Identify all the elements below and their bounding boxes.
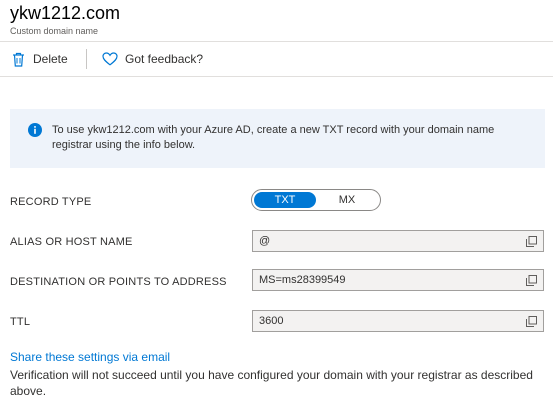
share-settings-link[interactable]: Share these settings via email: [10, 350, 170, 364]
alias-label: ALIAS OR HOST NAME: [10, 236, 133, 248]
trash-icon: [10, 51, 26, 67]
alias-field[interactable]: @: [252, 230, 544, 252]
toolbar-divider: [0, 76, 553, 77]
delete-label: Delete: [33, 52, 68, 66]
copy-icon[interactable]: [526, 275, 537, 286]
copy-icon[interactable]: [526, 316, 537, 327]
feedback-label: Got feedback?: [125, 52, 204, 66]
info-icon: [28, 123, 42, 137]
record-type-toggle[interactable]: TXT MX: [251, 189, 381, 211]
info-message-bar: To use ykw1212.com with your Azure AD, c…: [10, 109, 545, 168]
toolbar-separator: [86, 49, 87, 69]
page-subtitle: Custom domain name: [10, 26, 99, 36]
command-bar: Delete Got feedback?: [0, 42, 553, 76]
feedback-button[interactable]: Got feedback?: [102, 42, 203, 76]
page-title: ykw1212.com: [10, 3, 121, 23]
alias-value: @: [259, 235, 271, 247]
info-message-text: To use ykw1212.com with your Azure AD, c…: [52, 124, 495, 151]
ttl-label: TTL: [10, 316, 31, 328]
destination-label: DESTINATION OR POINTS TO ADDRESS: [10, 276, 227, 288]
delete-button[interactable]: Delete: [10, 42, 68, 76]
record-type-option-mx[interactable]: MX: [316, 192, 378, 208]
record-type-option-txt[interactable]: TXT: [254, 192, 316, 208]
destination-value: MS=ms28399549: [259, 274, 346, 286]
record-type-label: RECORD TYPE: [10, 196, 92, 208]
copy-icon[interactable]: [526, 236, 537, 247]
verification-note: Verification will not succeed until you …: [10, 368, 533, 398]
heart-icon: [102, 51, 118, 67]
ttl-field[interactable]: 3600: [252, 310, 544, 332]
destination-field[interactable]: MS=ms28399549: [252, 269, 544, 291]
ttl-value: 3600: [259, 315, 284, 327]
